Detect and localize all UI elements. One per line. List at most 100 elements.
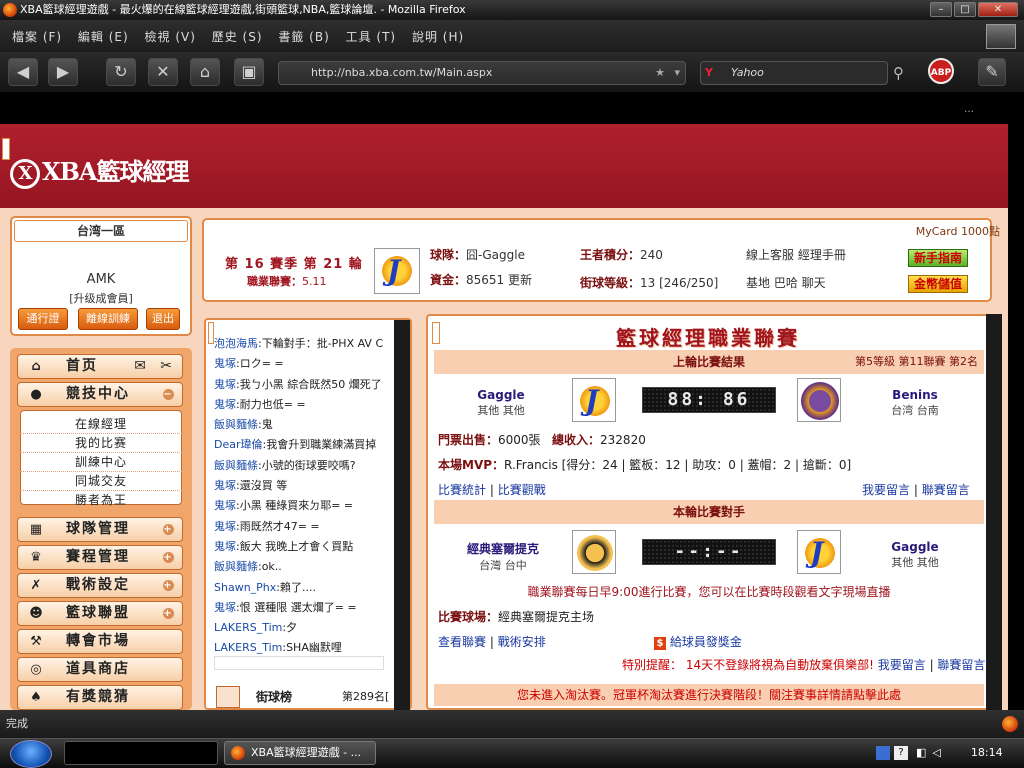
notes-icon[interactable]: ✎ <box>978 58 1006 86</box>
maximize-button[interactable]: □ <box>954 2 976 17</box>
back-arrow-icon[interactable]: ◀ <box>8 58 38 86</box>
main-scrollbar[interactable] <box>986 314 1002 710</box>
menu-help[interactable]: 說明 (H) <box>412 28 464 45</box>
service-links[interactable]: 線上客服 經理手冊 <box>746 246 846 263</box>
chat-sender[interactable]: Dear瑋倫 <box>214 438 263 451</box>
forward-arrow-icon[interactable]: ▶ <box>48 58 78 86</box>
help-icon[interactable]: ? <box>894 746 908 760</box>
rank-label[interactable]: 街球榜 <box>256 688 292 705</box>
search-icon[interactable]: ⚲ <box>893 64 904 82</box>
nav-tactics[interactable]: ✗ 戰術設定 + <box>17 573 183 598</box>
nav-prize-quiz[interactable]: ♠ 有獎競猜 <box>17 685 183 710</box>
leave-message-link[interactable]: 我要留言 <box>862 483 910 497</box>
league-message-link-2[interactable]: 聯賽留言 <box>937 658 985 672</box>
search-input[interactable]: Y Yahoo <box>700 61 888 85</box>
chevron-down-icon[interactable]: ▾ <box>674 62 680 84</box>
chat-sender[interactable]: LAKERS_Tim <box>214 621 282 634</box>
taskbar-item-firefox[interactable]: XBA籃球經理遊戲 - ... <box>224 741 376 765</box>
chat-sender[interactable]: 飯與麵條 <box>214 418 258 431</box>
match-watch-link[interactable]: 比賽觀戰 <box>498 483 546 497</box>
gold-topup-button[interactable]: 金幣儲值 <box>908 275 968 293</box>
menu-edit[interactable]: 編輯 (E) <box>78 28 129 45</box>
next-away-team-name[interactable]: Gaggle <box>870 540 960 554</box>
away-team-name[interactable]: Benins <box>870 388 960 402</box>
persona-avatar[interactable] <box>986 24 1016 49</box>
offline-training-button[interactable]: 離線訓練 <box>78 308 138 330</box>
menu-history[interactable]: 歷史 (S) <box>212 28 263 45</box>
sub-local-friends[interactable]: 同城交友 <box>20 472 182 491</box>
nav-compete-center[interactable]: ● 競技中心 − <box>17 382 183 407</box>
mycard-points[interactable]: MyCard 1000點 <box>916 223 1000 239</box>
chat-sender[interactable]: 鬼塚 <box>214 398 236 411</box>
stop-icon[interactable]: ✕ <box>148 58 178 86</box>
sub-my-matches[interactable]: 我的比赛 <box>20 434 182 453</box>
chat-sender[interactable]: 鬼塚 <box>214 357 236 370</box>
knockout-notice-bar[interactable]: 您未進入淘汰賽。冠軍杯淘汰賽進行決賽階段！關注賽事詳情請點擊此處 <box>434 684 984 706</box>
reload-icon[interactable]: ↻ <box>106 58 136 86</box>
chat-input[interactable] <box>214 656 384 670</box>
collapse-icon[interactable]: − <box>163 389 174 400</box>
chat-sender[interactable]: 飯與麵條 <box>214 459 258 472</box>
tools-icon[interactable]: ✂ <box>160 355 174 378</box>
expand-icon[interactable]: + <box>163 580 174 591</box>
base-links[interactable]: 基地 巴哈 聊天 <box>746 274 826 291</box>
nav-item-shop[interactable]: ◎ 道具商店 <box>17 657 183 682</box>
tactic-arrange-link[interactable]: 戰術安排 <box>498 635 546 649</box>
chat-sender[interactable]: 鬼塚 <box>214 378 236 391</box>
nav-team-management[interactable]: ▦ 球隊管理 + <box>17 517 183 542</box>
chat-sender[interactable]: 飯與麵條 <box>214 560 258 573</box>
nav-transfer-market[interactable]: ⚒ 轉會市場 <box>17 629 183 654</box>
expand-icon[interactable]: + <box>163 524 174 535</box>
menu-view[interactable]: 檢視 (V) <box>145 28 196 45</box>
sub-online-manager[interactable]: 在線經理 <box>20 415 182 434</box>
nav-basketball-league[interactable]: ☻ 籃球聯盟 + <box>17 601 183 626</box>
chat-sender[interactable]: 鬼塚 <box>214 499 236 512</box>
volume-icon[interactable]: ◁ <box>932 746 940 759</box>
expand-icon[interactable]: + <box>163 608 174 619</box>
url-bar[interactable]: http://nba.xba.com.tw/Main.aspx ★ ▾ <box>278 61 686 85</box>
firefox-status-icon[interactable] <box>1002 716 1018 732</box>
site-logo[interactable]: X XBA籃球經理 <box>10 152 190 189</box>
expand-icon[interactable]: + <box>163 552 174 563</box>
match-stats-link[interactable]: 比賽統計 <box>438 483 486 497</box>
funds-update-link[interactable]: 更新 <box>508 273 532 287</box>
newbie-guide-button[interactable]: 新手指南 <box>908 249 968 267</box>
chat-sender[interactable]: 鬼塚 <box>214 601 236 614</box>
nav-home[interactable]: ⌂ 首页 ✉ ✂ <box>17 354 183 379</box>
network-icon[interactable]: ◧ <box>916 746 926 759</box>
home-icon[interactable]: ⌂ <box>190 58 220 86</box>
chat-sender[interactable]: Shawn_Phx <box>214 581 276 594</box>
menu-bookmarks[interactable]: 書籤 (B) <box>278 28 329 45</box>
nav-schedule-management[interactable]: ♛ 賽程管理 + <box>17 545 183 570</box>
clock[interactable]: 18:14 <box>971 746 1003 759</box>
next-home-team-name[interactable]: 經典塞爾提克 <box>458 540 548 557</box>
upgrade-link[interactable]: [升级成會員] <box>14 290 188 306</box>
ime-icon[interactable] <box>876 746 890 760</box>
taskbar-item-hidden[interactable] <box>64 741 218 765</box>
chat-sender[interactable]: 鬼塚 <box>214 520 236 533</box>
menu-file[interactable]: 檔案 (F) <box>12 28 62 45</box>
start-button[interactable] <box>10 740 52 768</box>
mail-icon[interactable]: ✉ <box>134 355 148 378</box>
sub-training-center[interactable]: 訓練中心 <box>20 453 182 472</box>
chat-sender[interactable]: LAKERS_Tim <box>214 641 282 654</box>
home-team-name[interactable]: Gaggle <box>456 388 546 402</box>
close-button[interactable]: ✕ <box>978 2 1018 17</box>
adblock-icon[interactable]: ABP <box>928 58 954 84</box>
menu-tools[interactable]: 工具 (T) <box>346 28 397 45</box>
logout-button[interactable]: 退出 <box>146 308 180 330</box>
view-league-link[interactable]: 查看聯賽 <box>438 635 486 649</box>
chat-sender[interactable]: 鬼塚 <box>214 479 236 492</box>
chat-scrollbar[interactable] <box>394 320 410 710</box>
leave-message-link-2[interactable]: 我要留言 <box>878 658 926 672</box>
chat-sender[interactable]: 泡泡海馬 <box>214 337 258 350</box>
more-bookmarks-icon[interactable]: … <box>964 104 974 115</box>
addon-icon[interactable]: ▣ <box>234 58 264 86</box>
minimize-button[interactable]: – <box>930 2 952 17</box>
sub-winner-king[interactable]: 勝者為王 <box>20 491 182 510</box>
star-icon[interactable]: ★ <box>655 62 665 84</box>
chat-sender[interactable]: 鬼塚 <box>214 540 236 553</box>
player-bonus-link[interactable]: 給球員發獎金 <box>670 635 742 649</box>
passport-button[interactable]: 通行證 <box>18 308 68 330</box>
league-message-link[interactable]: 聯賽留言 <box>922 483 970 497</box>
